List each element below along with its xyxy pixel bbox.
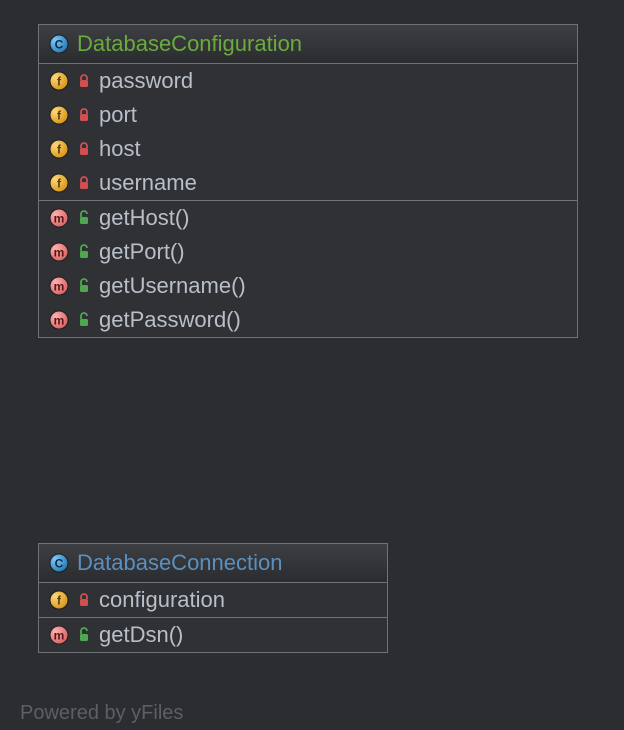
method-row[interactable]: m getDsn() [39, 618, 387, 652]
method-name: getDsn() [99, 622, 183, 648]
methods-section: m getHost() m getPort() m getUsername() … [39, 201, 577, 337]
class-box-DatabaseConfiguration[interactable]: C DatabaseConfiguration f password f por… [38, 24, 578, 338]
svg-text:C: C [55, 557, 64, 571]
field-icon: f [49, 173, 69, 193]
field-icon: f [49, 139, 69, 159]
field-row[interactable]: f password [39, 64, 577, 98]
method-icon: m [49, 310, 69, 330]
powered-by-label: Powered by yFiles [20, 702, 183, 725]
public-lock-icon [77, 242, 91, 262]
field-icon: f [49, 590, 69, 610]
svg-text:m: m [54, 629, 65, 643]
public-lock-icon [77, 208, 91, 228]
field-name: port [99, 102, 137, 128]
method-name: getUsername() [99, 273, 246, 299]
method-row[interactable]: m getPassword() [39, 303, 577, 337]
svg-text:m: m [54, 314, 65, 328]
method-name: getPort() [99, 239, 185, 265]
method-name: getPassword() [99, 307, 241, 333]
public-lock-icon [77, 276, 91, 296]
public-lock-icon [77, 625, 91, 645]
method-icon: m [49, 625, 69, 645]
svg-text:C: C [55, 38, 64, 52]
field-name: password [99, 68, 193, 94]
class-header[interactable]: C DatabaseConfiguration [39, 25, 577, 64]
class-icon: C [49, 34, 69, 54]
field-row[interactable]: f host [39, 132, 577, 166]
field-name: configuration [99, 587, 225, 613]
private-lock-icon [77, 173, 91, 193]
fields-section: f password f port f host f username [39, 64, 577, 201]
field-icon: f [49, 105, 69, 125]
method-row[interactable]: m getPort() [39, 235, 577, 269]
fields-section: f configuration [39, 583, 387, 618]
method-row[interactable]: m getHost() [39, 201, 577, 235]
private-lock-icon [77, 139, 91, 159]
field-name: host [99, 136, 141, 162]
private-lock-icon [77, 71, 91, 91]
class-box-DatabaseConnection[interactable]: C DatabaseConnection f configuration m g… [38, 543, 388, 653]
class-title: DatabaseConfiguration [77, 31, 302, 57]
method-row[interactable]: m getUsername() [39, 269, 577, 303]
public-lock-icon [77, 310, 91, 330]
class-header[interactable]: C DatabaseConnection [39, 544, 387, 583]
svg-text:m: m [54, 212, 65, 226]
field-row[interactable]: f port [39, 98, 577, 132]
class-icon: C [49, 553, 69, 573]
private-lock-icon [77, 590, 91, 610]
svg-text:m: m [54, 280, 65, 294]
field-name: username [99, 170, 197, 196]
svg-text:m: m [54, 246, 65, 260]
field-icon: f [49, 71, 69, 91]
method-icon: m [49, 208, 69, 228]
private-lock-icon [77, 105, 91, 125]
method-icon: m [49, 276, 69, 296]
method-icon: m [49, 242, 69, 262]
field-row[interactable]: f username [39, 166, 577, 200]
method-name: getHost() [99, 205, 189, 231]
class-title: DatabaseConnection [77, 550, 282, 576]
field-row[interactable]: f configuration [39, 583, 387, 617]
methods-section: m getDsn() [39, 618, 387, 652]
